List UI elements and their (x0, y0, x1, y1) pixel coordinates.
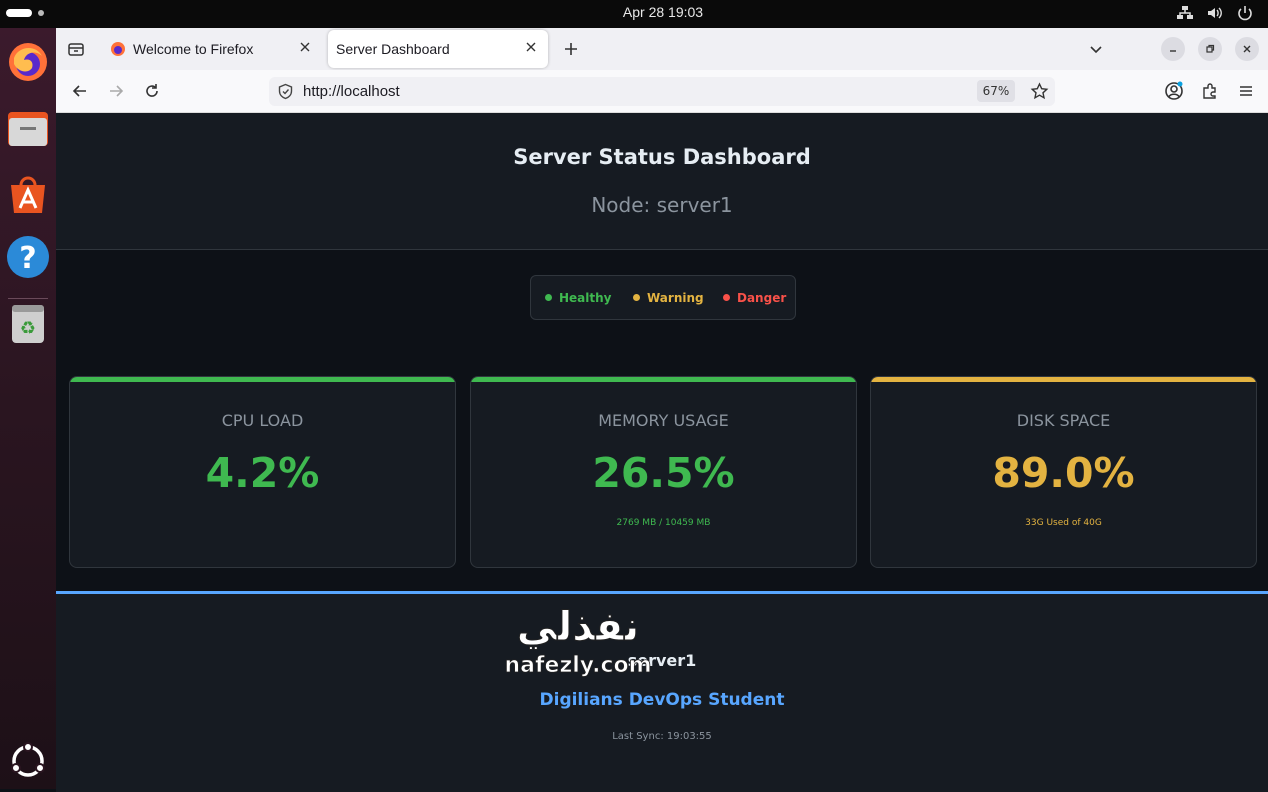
forward-button[interactable] (103, 78, 129, 104)
tab-label: Server Dashboard (336, 41, 450, 57)
status-dot-icon (633, 294, 640, 301)
app-center-icon (11, 176, 45, 213)
chevron-down-icon (1090, 46, 1102, 54)
tab-server-dashboard[interactable]: Server Dashboard (328, 30, 548, 68)
svg-text:?: ? (19, 241, 36, 276)
metric-label: MEMORY USAGE (598, 411, 729, 430)
memory-usage-card: MEMORY USAGE 26.5% 2769 MB / 10459 MB (470, 376, 857, 568)
files-launcher[interactable] (0, 100, 56, 156)
legend-danger: Danger (723, 291, 786, 305)
legend-warning: Warning (633, 291, 704, 305)
help-icon: ? (7, 236, 49, 278)
hamburger-icon (1240, 86, 1252, 96)
close-icon[interactable] (298, 40, 312, 54)
new-tab-button[interactable] (558, 36, 584, 62)
app-center-launcher[interactable] (0, 165, 56, 221)
node-name: Node: server1 (591, 193, 733, 217)
network-icon[interactable] (1176, 4, 1194, 22)
plus-icon (565, 43, 577, 55)
system-top-bar: Apr 28 19:03 (0, 0, 1268, 28)
ubuntu-logo-icon (11, 742, 45, 777)
dashboard-header: Server Status Dashboard Node: server1 (56, 113, 1268, 250)
dashboard-footer: server1 Digilians DevOps Student Last Sy… (56, 591, 1268, 792)
cpu-load-card: CPU LOAD 4.2% (69, 376, 456, 568)
footer-student-label: Digilians DevOps Student (539, 690, 785, 710)
puzzle-icon (1203, 83, 1216, 99)
metric-value: 89.0% (992, 449, 1135, 497)
zoom-indicator[interactable]: 67% (977, 80, 1015, 102)
legend-healthy: Healthy (545, 291, 612, 305)
shield-icon[interactable] (277, 83, 294, 100)
show-apps-button[interactable] (0, 733, 56, 789)
firefox-view-button[interactable] (63, 36, 89, 62)
power-icon[interactable] (1236, 4, 1254, 22)
restore-icon (1206, 44, 1215, 53)
status-bar (871, 377, 1256, 382)
minimize-button[interactable] (1161, 37, 1185, 61)
watermark-latin: nafezly.com (504, 653, 651, 678)
metric-detail: 2769 MB / 10459 MB (616, 518, 711, 528)
reload-icon (146, 84, 158, 97)
legend-label: Danger (737, 291, 787, 305)
system-tray[interactable] (1176, 4, 1254, 22)
reload-button[interactable] (139, 78, 165, 104)
legend-label: Warning (647, 291, 704, 305)
extensions-button[interactable] (1197, 78, 1223, 104)
files-icon (8, 112, 48, 146)
legend-label: Healthy (559, 291, 612, 305)
minimize-icon (1170, 50, 1176, 52)
metric-value: 26.5% (592, 449, 735, 497)
footer-server-name: server1 (627, 651, 697, 670)
trash-icon: ♻ (12, 305, 44, 343)
page-title: Server Status Dashboard (513, 145, 811, 169)
status-dot-icon (545, 294, 552, 301)
system-clock[interactable]: Apr 28 19:03 (560, 0, 766, 28)
close-icon[interactable] (524, 40, 538, 54)
browser-tab-bar: Welcome to Firefox Server Dashboard (56, 28, 1268, 70)
metric-detail: 33G Used of 40G (1025, 518, 1102, 528)
disk-space-card: DISK SPACE 89.0% 33G Used of 40G (870, 376, 1257, 568)
account-icon (1165, 81, 1183, 100)
restore-button[interactable] (1198, 37, 1222, 61)
trash-launcher[interactable]: ♻ (0, 295, 56, 351)
close-icon (1243, 45, 1251, 53)
status-dot-icon (723, 294, 730, 301)
browser-nav-bar: http://localhost 67% (56, 70, 1268, 113)
status-bar (70, 377, 455, 382)
back-button[interactable] (67, 78, 93, 104)
tab-welcome-firefox[interactable]: Welcome to Firefox (102, 30, 322, 68)
footer-last-sync: Last Sync: 19:03:55 (612, 731, 712, 742)
activities-indicator[interactable] (6, 9, 44, 18)
status-legend: Healthy Warning Danger (530, 275, 796, 320)
metric-value: 4.2% (205, 449, 320, 497)
close-window-button[interactable] (1235, 37, 1259, 61)
arrow-left-icon (72, 85, 86, 97)
address-bar[interactable]: http://localhost 67% (269, 77, 1055, 106)
arrow-right-icon (110, 85, 124, 97)
ubuntu-dock: ? ♻ (0, 28, 56, 789)
star-icon[interactable] (1030, 82, 1049, 101)
svg-text:♻: ♻ (20, 318, 36, 339)
firefox-launcher[interactable] (0, 34, 56, 90)
volume-icon[interactable] (1206, 4, 1224, 22)
firefox-icon (9, 43, 47, 81)
list-all-tabs-button[interactable] (1083, 36, 1109, 62)
help-launcher[interactable]: ? (0, 229, 56, 285)
firefox-view-icon (68, 43, 84, 56)
firefox-favicon-icon (111, 42, 125, 56)
status-bar (471, 377, 856, 382)
account-button[interactable] (1161, 78, 1187, 104)
watermark-arabic: نفذلي (517, 604, 639, 650)
menu-button[interactable] (1233, 78, 1259, 104)
tab-label: Welcome to Firefox (133, 41, 254, 57)
url-text[interactable]: http://localhost (303, 83, 400, 100)
metric-label: DISK SPACE (1016, 411, 1111, 430)
metric-label: CPU LOAD (221, 411, 304, 430)
nafezly-watermark: نفذلي nafezly.com (504, 604, 652, 679)
page-content: Server Status Dashboard Node: server1 He… (56, 113, 1268, 792)
